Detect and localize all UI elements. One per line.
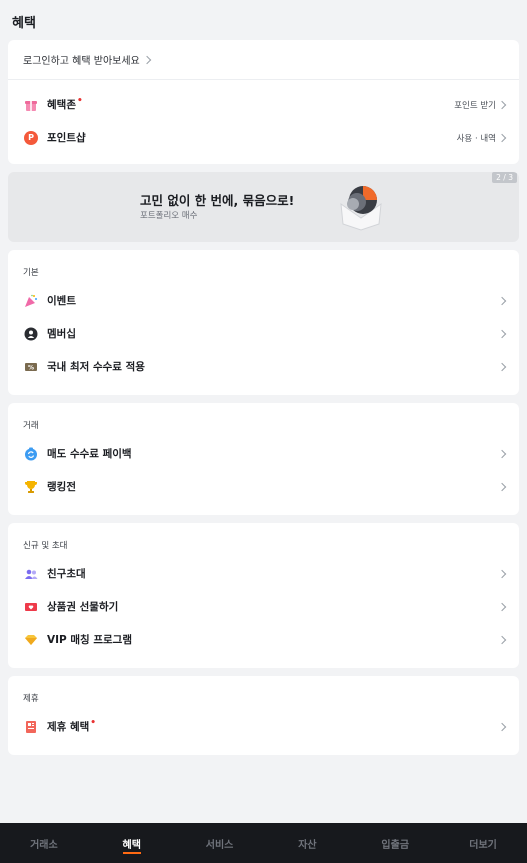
chevron-right-icon xyxy=(497,635,507,644)
event-row[interactable]: 이벤트 xyxy=(8,284,519,317)
usage-history-link[interactable]: 사용 · 내역 xyxy=(457,132,496,144)
banner-title: 고민 없이 한 번에, 묶음으로! xyxy=(140,193,295,208)
benefit-summary-card: 로그인하고 혜택 받아보세요 혜택존 • 포인트 받기 P 포인트샵 사용 · … xyxy=(8,40,519,164)
gift-card-icon xyxy=(23,599,39,615)
active-tab-indicator xyxy=(122,852,141,854)
new-badge-dot: • xyxy=(90,718,97,728)
partner-benefit-row[interactable]: 제휴 혜택 • xyxy=(8,710,519,743)
login-prompt[interactable]: 로그인하고 혜택 받아보세요 xyxy=(8,40,519,80)
membership-row[interactable]: 멤버십 xyxy=(8,317,519,350)
get-points-link[interactable]: 포인트 받기 xyxy=(454,99,496,111)
chevron-right-icon xyxy=(497,569,507,578)
event-label: 이벤트 xyxy=(47,295,76,307)
gift-card-row[interactable]: 상품권 선물하기 xyxy=(8,590,519,623)
benefit-zone-label: 혜택존 xyxy=(47,99,76,111)
section-trading: 거래 매도 수수료 페이백 랭킹전 xyxy=(8,403,519,515)
point-icon: P xyxy=(23,130,39,146)
section-title: 신규 및 초대 xyxy=(23,541,68,551)
chevron-right-icon xyxy=(497,362,507,371)
point-shop-row[interactable]: P 포인트샵 사용 · 내역 xyxy=(8,121,519,154)
partner-icon xyxy=(23,719,39,735)
invite-friends-label: 친구초대 xyxy=(47,568,86,580)
tab-more[interactable]: 더보기 xyxy=(439,823,527,863)
chevron-right-icon xyxy=(497,329,507,338)
gift-card-label: 상품권 선물하기 xyxy=(47,601,119,613)
banner-pager: 2 / 3 xyxy=(492,172,517,183)
chevron-right-icon xyxy=(497,722,507,731)
vip-matching-row[interactable]: VIP 매칭 프로그램 xyxy=(8,623,519,656)
chevron-right-icon xyxy=(497,100,507,109)
tab-assets[interactable]: 자산 xyxy=(263,823,351,863)
invite-friends-row[interactable]: 친구초대 xyxy=(8,557,519,590)
lowest-fee-label: 국내 최저 수수료 적용 xyxy=(47,361,145,373)
tab-benefits[interactable]: 혜택 xyxy=(88,823,176,863)
new-badge-dot: • xyxy=(76,96,83,106)
chevron-right-icon xyxy=(497,296,507,305)
friends-icon xyxy=(23,566,39,582)
section-invite: 신규 및 초대 친구초대 상품권 선물하기 VIP 매칭 프로그램 xyxy=(8,523,519,668)
vip-matching-label: VIP 매칭 프로그램 xyxy=(47,634,132,646)
fee-coupon-icon: % xyxy=(23,359,39,375)
benefit-zone-row[interactable]: 혜택존 • 포인트 받기 xyxy=(8,88,519,121)
chevron-right-icon xyxy=(497,449,507,458)
chevron-right-icon xyxy=(497,602,507,611)
lowest-fee-row[interactable]: % 국내 최저 수수료 적용 xyxy=(8,350,519,383)
sell-fee-payback-row[interactable]: 매도 수수료 페이백 xyxy=(8,437,519,470)
section-title: 거래 xyxy=(23,421,39,431)
chevron-right-icon xyxy=(497,482,507,491)
membership-icon xyxy=(23,326,39,342)
tab-deposit-withdraw[interactable]: 입출금 xyxy=(351,823,439,863)
tab-services[interactable]: 서비스 xyxy=(176,823,264,863)
bottom-tab-bar: 거래소 혜택 서비스 자산 입출금 더보기 xyxy=(0,823,527,863)
chevron-right-icon xyxy=(142,55,152,64)
diamond-icon xyxy=(23,632,39,648)
section-basic: 기본 이벤트 멤버십 % 국내 최저 수수료 적용 xyxy=(8,250,519,395)
ranking-label: 랭킹전 xyxy=(47,481,76,493)
promo-banner[interactable]: 고민 없이 한 번에, 묶음으로! 포트폴리오 매수 2 / 3 xyxy=(8,172,519,242)
payback-icon xyxy=(23,446,39,462)
sell-fee-payback-label: 매도 수수료 페이백 xyxy=(47,448,132,460)
point-shop-label: 포인트샵 xyxy=(47,132,86,144)
bundle-illustration xyxy=(340,186,382,231)
trophy-icon xyxy=(23,479,39,495)
tab-exchange[interactable]: 거래소 xyxy=(0,823,88,863)
ranking-row[interactable]: 랭킹전 xyxy=(8,470,519,503)
page-title: 혜택 xyxy=(12,16,36,31)
banner-subtitle: 포트폴리오 매수 xyxy=(140,211,198,221)
chevron-right-icon xyxy=(497,133,507,142)
partner-benefit-label: 제휴 혜택 xyxy=(47,721,90,733)
section-title: 기본 xyxy=(23,268,39,278)
section-title: 제휴 xyxy=(23,694,39,704)
membership-label: 멤버십 xyxy=(47,328,76,340)
section-partnership: 제휴 제휴 혜택 • xyxy=(8,676,519,755)
party-popper-icon xyxy=(23,293,39,309)
gift-icon xyxy=(23,97,39,113)
svg-text:%: % xyxy=(28,364,34,371)
login-prompt-label: 로그인하고 혜택 받아보세요 xyxy=(23,56,140,67)
